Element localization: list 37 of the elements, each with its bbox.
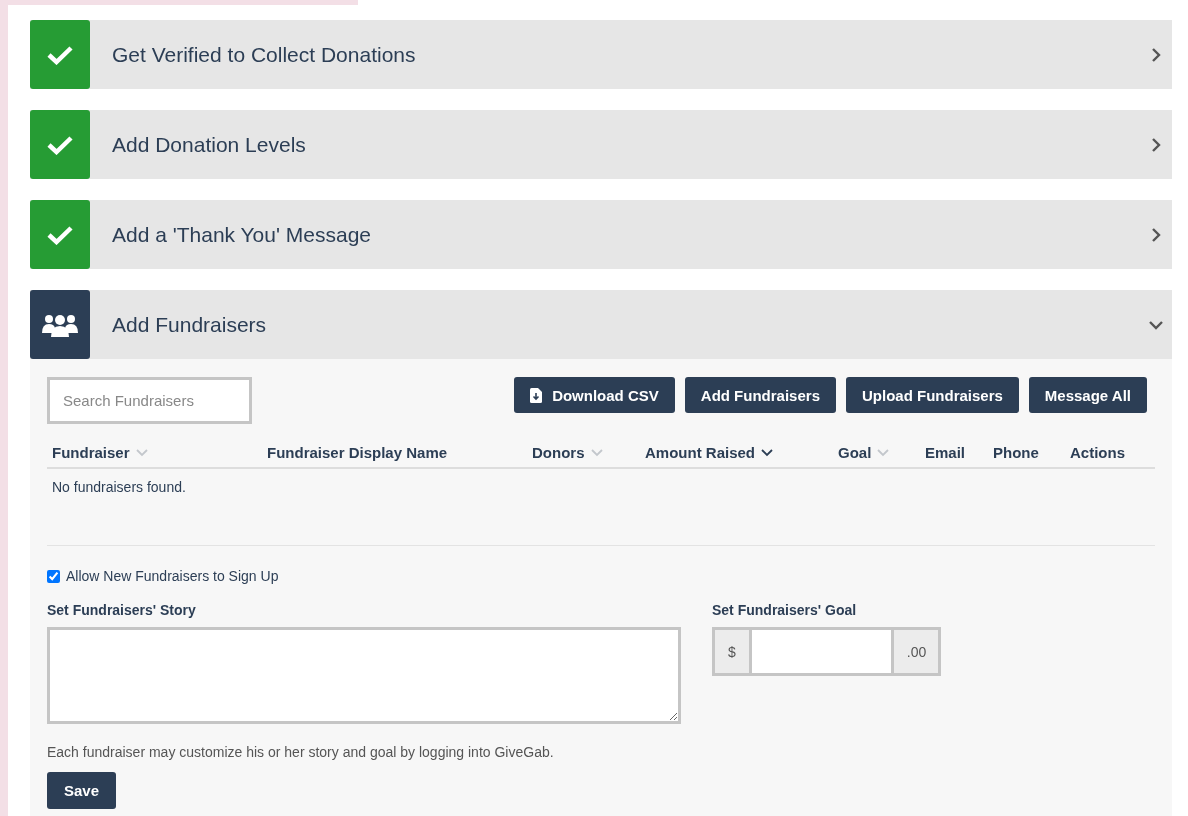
column-header[interactable]: Donors bbox=[532, 444, 603, 461]
step-title: Add Donation Levels bbox=[112, 132, 307, 157]
accordion-header[interactable]: Add a 'Thank You' Message bbox=[30, 200, 1172, 269]
column-header: Phone bbox=[993, 444, 1039, 461]
field-label: Set Fundraisers' Story bbox=[47, 602, 197, 618]
empty-message: No fundraisers found. bbox=[51, 478, 187, 497]
people-icon bbox=[41, 312, 79, 337]
file-download-icon bbox=[530, 387, 543, 403]
accordion-header[interactable]: Add Donation Levels bbox=[30, 110, 1172, 179]
action-button[interactable]: Upload Fundraisers bbox=[846, 377, 1019, 413]
step-title: Add a 'Thank You' Message bbox=[112, 222, 373, 247]
help-text: Each fundraiser may customize his or her story and goal by logging into GiveGab. bbox=[47, 744, 555, 760]
decimal-addon: .00 bbox=[905, 642, 928, 662]
column-header: Actions bbox=[1070, 444, 1125, 461]
field-label: Set Fundraisers' Goal bbox=[712, 602, 858, 618]
action-button[interactable]: Add Fundraisers bbox=[684, 377, 836, 413]
column-header[interactable]: Fundraiser bbox=[52, 444, 148, 461]
checkmark-icon bbox=[47, 224, 73, 245]
currency-addon: $ bbox=[727, 642, 737, 662]
action-button[interactable]: Message All bbox=[1028, 377, 1147, 413]
search-field[interactable]: Search Fundraisers bbox=[47, 377, 252, 424]
accordion-header[interactable]: Add Fundraisers bbox=[30, 290, 1172, 359]
column-header[interactable]: Amount Raised bbox=[645, 444, 773, 461]
action-button[interactable]: Download CSV bbox=[514, 377, 675, 413]
column-header: Fundraiser Display Name bbox=[267, 444, 448, 461]
checkmark-icon bbox=[47, 44, 73, 65]
goal-input[interactable] bbox=[748, 630, 894, 673]
step-title: Add Fundraisers bbox=[112, 312, 268, 337]
checkbox-label: Allow New Fundraisers to Sign Up bbox=[66, 568, 279, 584]
column-header[interactable]: Goal bbox=[838, 444, 890, 461]
story-textarea[interactable] bbox=[47, 627, 681, 724]
checkmark-icon bbox=[47, 134, 73, 155]
step-title: Get Verified to Collect Donations bbox=[112, 42, 417, 67]
checkbox[interactable] bbox=[47, 569, 60, 583]
accordion-header[interactable]: Get Verified to Collect Donations bbox=[30, 20, 1172, 89]
column-header: Email bbox=[925, 444, 966, 461]
save-button[interactable]: Save bbox=[47, 772, 117, 809]
